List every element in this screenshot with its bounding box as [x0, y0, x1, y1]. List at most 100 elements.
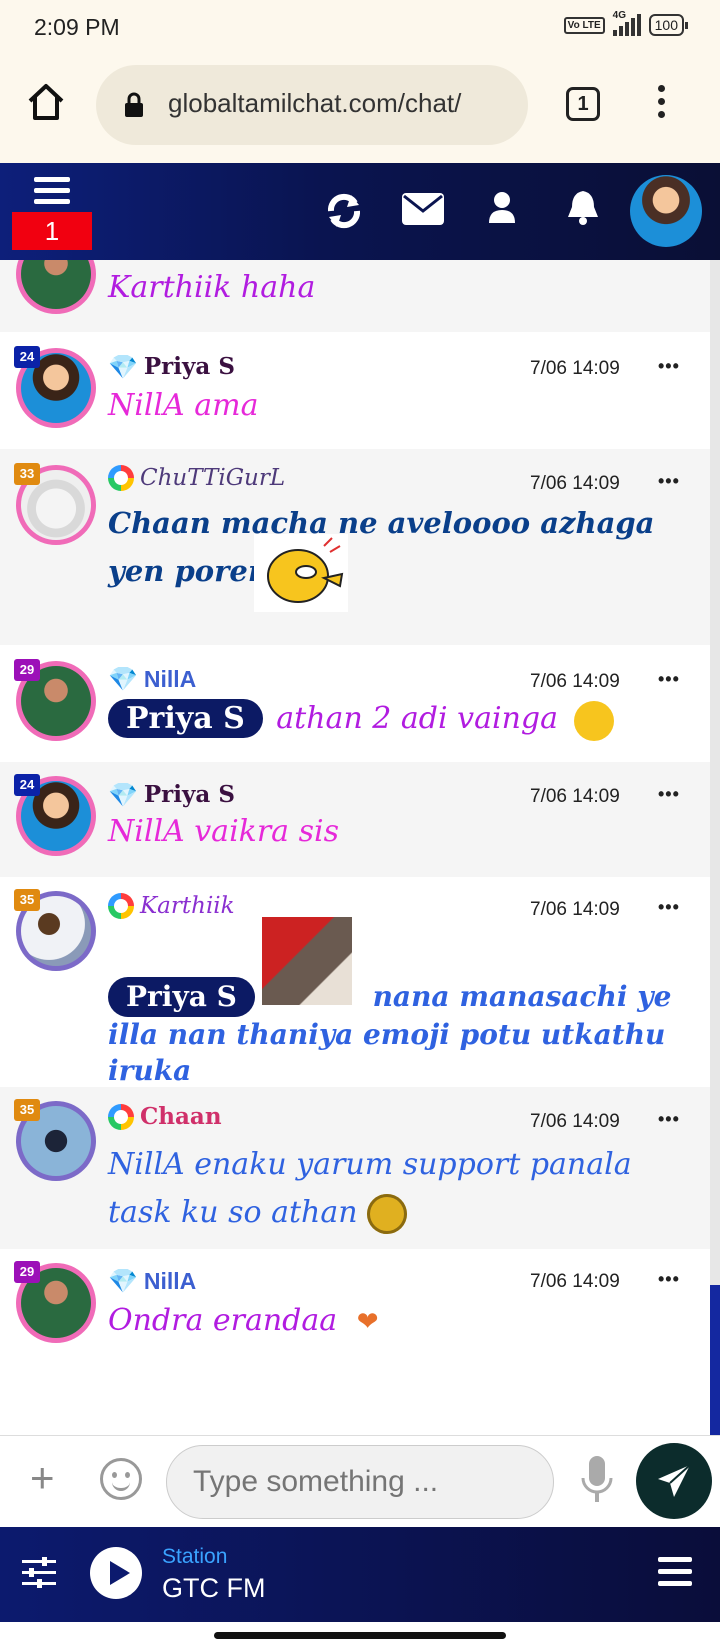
- level-badge: 29: [14, 1261, 40, 1283]
- timestamp: 7/06 14:09: [530, 473, 620, 494]
- message-text: Chaan macha ne aveloooo azhaga yen poren…: [108, 506, 655, 588]
- station-label: Station: [162, 1545, 228, 1568]
- message-text: Priya S nana manasachi ye illa nan thani…: [108, 977, 698, 1089]
- url-text: globaltamilchat.com/chat/: [168, 88, 462, 118]
- chat-scrollbar[interactable]: [710, 260, 720, 1435]
- timestamp: 7/06 14:09: [530, 1111, 620, 1132]
- message-options-icon[interactable]: •••: [658, 784, 680, 805]
- ring-badge-icon: [108, 893, 134, 919]
- avatar[interactable]: 33: [14, 463, 96, 545]
- home-icon[interactable]: [26, 83, 66, 126]
- scrollbar-thumb[interactable]: [710, 1285, 720, 1435]
- timestamp: 7/06 14:09: [530, 671, 620, 692]
- diamond-icon: 💎: [108, 780, 138, 809]
- timestamp: 7/06 14:09: [530, 1271, 620, 1292]
- avatar[interactable]: 24: [14, 346, 96, 428]
- message-text: Priya S athan 2 adi vainga: [108, 699, 558, 738]
- message-options-icon[interactable]: •••: [658, 669, 680, 690]
- ring-badge-icon: [108, 465, 134, 491]
- chat-message: Karthiik haha: [0, 260, 710, 332]
- message-options-icon[interactable]: •••: [658, 471, 680, 492]
- chat-log[interactable]: Karthiik haha 24 💎 Priya S 7/06 14:09 •••…: [0, 260, 710, 1435]
- avatar[interactable]: 29: [14, 1261, 96, 1343]
- status-time: 2:09 PM: [34, 14, 120, 40]
- level-badge: 29: [14, 659, 40, 681]
- username[interactable]: Chaan: [108, 1103, 222, 1130]
- status-icons: Vo LTE 4G 100: [563, 10, 689, 36]
- message-text: NillA enaku yarum support panala task ku…: [108, 1141, 688, 1237]
- equalizer-icon[interactable]: [22, 1557, 56, 1594]
- home-gesture-pill[interactable]: [214, 1632, 506, 1639]
- username[interactable]: ChuTTiGurL: [108, 465, 285, 491]
- heart-emoji: ❤: [356, 1307, 379, 1337]
- message-text: NillA ama: [108, 388, 259, 423]
- player-menu-icon[interactable]: [658, 1557, 692, 1593]
- timestamp: 7/06 14:09: [530, 899, 620, 920]
- battery-icon: 100: [648, 14, 689, 36]
- tab-switcher-button[interactable]: 1: [566, 87, 600, 121]
- signal-icon: 4G: [612, 10, 641, 36]
- message-options-icon[interactable]: •••: [658, 1109, 680, 1130]
- message-input-bar: +: [0, 1435, 720, 1527]
- system-nav-bar: [0, 1622, 720, 1650]
- message-text: NillA vaikra sis: [108, 814, 339, 849]
- microphone-icon[interactable]: [580, 1454, 614, 1509]
- level-badge: 24: [14, 774, 40, 796]
- mail-icon[interactable]: [402, 193, 444, 230]
- diamond-icon: 💎: [108, 1268, 138, 1295]
- avatar[interactable]: 29: [14, 659, 96, 741]
- username[interactable]: 💎 Priya S: [108, 780, 235, 809]
- diamond-icon: 💎: [108, 352, 138, 381]
- message-input[interactable]: [166, 1445, 554, 1519]
- radio-player: Station GTC FM: [0, 1527, 720, 1622]
- user-icon[interactable]: [488, 191, 516, 228]
- avatar[interactable]: 35: [14, 889, 96, 971]
- chat-message: 35 Karthiik 7/06 14:09 ••• Priya S nana …: [0, 877, 710, 1087]
- level-badge: 24: [14, 346, 40, 368]
- play-button[interactable]: [90, 1547, 142, 1599]
- message-options-icon[interactable]: •••: [658, 1269, 680, 1290]
- mention-tag[interactable]: Priya S: [108, 977, 255, 1017]
- grimace-emoji: [367, 1194, 408, 1234]
- mention-tag[interactable]: Priya S: [108, 699, 263, 738]
- send-button[interactable]: [636, 1443, 712, 1519]
- username[interactable]: 💎 NillA: [108, 665, 196, 694]
- station-name: GTC FM: [162, 1573, 266, 1603]
- hamburger-menu-icon[interactable]: [34, 177, 70, 210]
- refresh-icon[interactable]: [324, 189, 364, 238]
- message-text: Karthiik haha: [108, 270, 316, 305]
- emoji-picker-icon[interactable]: [100, 1458, 142, 1500]
- level-badge: 35: [14, 889, 40, 911]
- message-text: Ondra erandaa ❤: [108, 1303, 379, 1338]
- message-options-icon[interactable]: •••: [658, 897, 680, 918]
- username[interactable]: 💎 NillA: [108, 1267, 196, 1296]
- timestamp: 7/06 14:09: [530, 786, 620, 807]
- ring-badge-icon: [108, 1103, 134, 1130]
- chat-message: 35 Chaan 7/06 14:09 ••• NillA enaku yaru…: [0, 1087, 710, 1249]
- level-badge: 33: [14, 463, 40, 485]
- level-badge: 35: [14, 1099, 40, 1121]
- browser-menu-icon[interactable]: [654, 85, 668, 124]
- username[interactable]: 💎 Priya S: [108, 352, 235, 381]
- diamond-icon: 💎: [108, 666, 138, 693]
- notification-count-badge: 1: [12, 212, 92, 250]
- volte-icon: Vo LTE: [563, 16, 605, 34]
- browser-toolbar: globaltamilchat.com/chat/ 1: [0, 55, 720, 163]
- chat-message: 29 💎 NillA 7/06 14:09 ••• Ondra erandaa ❤: [0, 1249, 710, 1369]
- status-bar: 2:09 PM Vo LTE 4G 100: [0, 0, 720, 55]
- chat-message: 33 ChuTTiGurL 7/06 14:09 ••• Chaan macha…: [0, 449, 710, 645]
- bell-icon[interactable]: [566, 189, 600, 230]
- chat-message: 29 💎 NillA 7/06 14:09 ••• Priya S athan 2…: [0, 645, 710, 762]
- sticker-image: [254, 534, 348, 612]
- username[interactable]: Karthiik: [108, 893, 235, 919]
- chat-header: 1: [0, 163, 720, 260]
- plus-icon[interactable]: +: [30, 1454, 55, 1502]
- avatar[interactable]: 24: [14, 774, 96, 856]
- avatar[interactable]: [16, 260, 96, 314]
- message-options-icon[interactable]: •••: [658, 356, 680, 377]
- address-bar[interactable]: globaltamilchat.com/chat/: [96, 65, 528, 145]
- current-user-avatar[interactable]: [630, 175, 702, 247]
- timestamp: 7/06 14:09: [530, 358, 620, 379]
- avatar[interactable]: 35: [14, 1099, 96, 1181]
- chat-message: 24 💎 Priya S 7/06 14:09 ••• NillA vaikra …: [0, 762, 710, 877]
